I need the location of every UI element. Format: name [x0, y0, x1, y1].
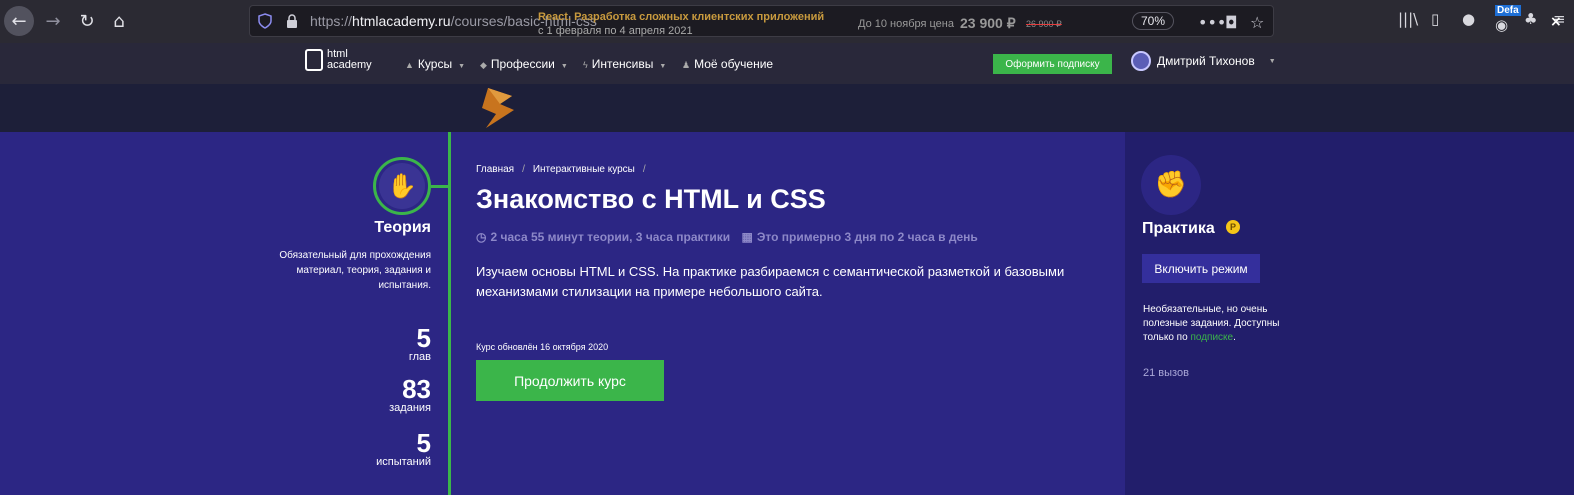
sidebar-icon[interactable]: ▯: [1431, 10, 1439, 28]
continue-course-button[interactable]: Продолжить курс: [476, 360, 664, 401]
stat-label: испытаний: [376, 456, 431, 468]
reload-button[interactable]: ↻: [72, 6, 102, 36]
calls-count: 21 вызов: [1143, 367, 1189, 379]
menu-courses[interactable]: ▲ Курсы ▼: [405, 57, 465, 71]
theory-title: Теория: [374, 219, 431, 236]
extension-2-icon[interactable]: ♣: [1524, 10, 1537, 28]
breadcrumb-home[interactable]: Главная: [476, 164, 514, 175]
star-icon[interactable]: ☆: [1250, 13, 1264, 32]
promo-dates: с 1 февраля по 4 апреля 2021: [538, 25, 693, 37]
clock-icon: ◷: [476, 230, 487, 244]
home-icon: ⌂: [113, 10, 125, 32]
practice-desc-end: .: [1233, 332, 1236, 343]
url-prefix: https://: [310, 13, 353, 29]
more-icon[interactable]: •••: [1198, 13, 1226, 32]
badge-connector: [431, 185, 448, 188]
course-meta: ◷ 2 часа 55 минут теории, 3 часа практики…: [476, 230, 978, 244]
promo-title[interactable]: React. Разработка сложных клиентских при…: [538, 11, 824, 23]
site-logo[interactable]: html academy: [305, 49, 372, 71]
theory-description: Обязательный для прохождения материал, т…: [279, 250, 431, 291]
course-description: Изучаем основы HTML и CSS. На практике р…: [476, 264, 1065, 299]
promo-banner[interactable]: [0, 84, 1574, 132]
account-icon[interactable]: ●: [1462, 10, 1475, 28]
breadcrumb-interactive-courses[interactable]: Интерактивные курсы: [533, 164, 635, 175]
stat-number: 5: [416, 428, 431, 458]
breadcrumb-separator: /: [522, 164, 525, 175]
home-button[interactable]: ⌂: [104, 6, 134, 36]
menu-my-learning-label: Моё обучение: [694, 57, 774, 71]
people-icon: ♟: [682, 60, 691, 70]
promo-price: 23 900 ₽: [960, 15, 1016, 31]
chevron-down-icon: ▼: [659, 63, 667, 70]
coin-icon: P: [1226, 220, 1240, 234]
menu-professions[interactable]: ◆ Профессии ▼: [480, 57, 568, 71]
library-icon[interactable]: |||\: [1398, 10, 1418, 28]
user-menu[interactable]: Дмитрий Тихонов ▼: [1131, 51, 1276, 71]
chevron-down-icon: ▼: [560, 63, 568, 70]
stat-number: 5: [416, 323, 431, 353]
promo-price-label: До 10 ноября цена: [858, 18, 954, 30]
user-name: Дмитрий Тихонов: [1157, 54, 1255, 68]
logo-line2: academy: [327, 59, 372, 71]
theory-badge: ✋: [373, 157, 431, 215]
close-icon[interactable]: ×: [1550, 14, 1562, 30]
course-duration: 2 часа 55 минут теории, 3 часа практики: [490, 230, 731, 244]
menu-intensives-label: Интенсивы: [591, 57, 654, 71]
practice-description: Необязательные, но очень полезные задани…: [1143, 303, 1293, 345]
breadcrumb: Главная / Интерактивные курсы /: [476, 164, 654, 175]
subscription-link[interactable]: подписке: [1190, 332, 1233, 343]
extension-badge[interactable]: Defa: [1495, 5, 1521, 16]
practice-badge: ✊: [1141, 155, 1201, 215]
hand-icon: ✋: [379, 163, 425, 209]
course-days: Это примерно 3 дня по 2 часа в день: [756, 230, 978, 244]
avatar: [1131, 51, 1151, 71]
logo-icon: [305, 49, 323, 71]
lock-icon: [287, 14, 297, 28]
page-title: Знакомство с HTML и CSS: [476, 184, 826, 214]
zoom-level[interactable]: 70%: [1132, 12, 1175, 30]
subscribe-button[interactable]: Оформить подписку: [993, 54, 1112, 74]
arrow-left-icon: ←: [11, 10, 27, 32]
shield-icon: [258, 13, 272, 29]
forward-button[interactable]: →: [38, 6, 68, 36]
menu-professions-label: Профессии: [490, 57, 555, 71]
chevron-down-icon: ▼: [1268, 57, 1276, 65]
url-domain: htmlacademy.ru: [352, 13, 451, 29]
arrow-right-icon: →: [45, 10, 61, 32]
practice-title: Практика: [1142, 220, 1215, 237]
course-updated: Курс обновлён 16 октября 2020: [476, 342, 609, 352]
stat-number: 83: [402, 374, 431, 404]
stat-tasks: 83 задания: [389, 376, 431, 415]
site-header: html academy ▲ Курсы ▼ ◆ Профессии ▼ ϟ Интенси…: [0, 43, 1574, 84]
stat-label: задания: [389, 402, 431, 414]
chevron-down-icon: ▼: [458, 63, 466, 70]
menu-my-learning[interactable]: ♟ Моё обучение: [682, 57, 773, 71]
courses-icon: ▲: [405, 60, 414, 70]
reload-icon: ↻: [79, 10, 95, 32]
extension-icon[interactable]: ◉: [1495, 16, 1508, 34]
professions-icon: ◆: [480, 60, 487, 70]
menu-intensives[interactable]: ϟ Интенсивы ▼: [583, 57, 666, 71]
stat-label: глав: [408, 351, 431, 363]
promo-old-price: 26 900 ₽: [1026, 19, 1062, 29]
menu-courses-label: Курсы: [417, 57, 453, 71]
lightning-icon: ϟ: [583, 60, 588, 70]
enable-mode-button[interactable]: Включить режим: [1142, 254, 1260, 283]
fist-icon: ✊: [1154, 170, 1188, 200]
promo-logo-icon: [482, 88, 514, 128]
breadcrumb-separator: /: [642, 164, 646, 175]
pocket-icon[interactable]: ◘: [1225, 13, 1238, 32]
stat-chapters: 5 глав: [409, 325, 431, 364]
stat-trials: 5 испытаний: [376, 430, 431, 469]
calendar-icon: ▦: [741, 230, 753, 244]
back-button[interactable]: ←: [4, 6, 34, 36]
